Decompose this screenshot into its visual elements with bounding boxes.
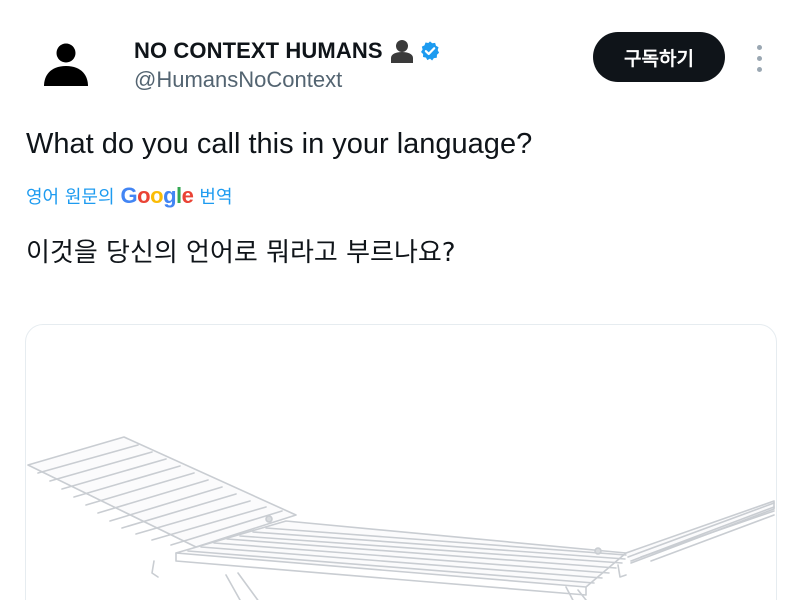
google-letter: g — [163, 183, 177, 208]
author-name-row: NO CONTEXT HUMANS — [134, 36, 441, 66]
translation-prefix: 영어 원문의 — [26, 187, 115, 208]
translation-suffix: 번역 — [199, 187, 233, 208]
person-silhouette-icon[interactable] — [38, 36, 94, 92]
drying-rack-image — [27, 436, 775, 600]
more-dot — [756, 44, 762, 50]
translation-attribution[interactable]: 영어 원문의 Google 번역 — [26, 183, 233, 209]
verified-badge-icon — [420, 41, 439, 61]
media-card[interactable] — [25, 324, 777, 600]
google-letter: o — [150, 183, 164, 208]
more-vertical-icon[interactable] — [748, 38, 770, 78]
translated-text: 이것을 당신의 언어로 뭐라고 부르나요? — [26, 238, 456, 268]
more-dot — [756, 66, 762, 72]
google-letter: G — [120, 183, 138, 208]
bust-silhouette-icon — [390, 40, 413, 63]
more-dot — [756, 55, 762, 61]
author-display-name[interactable]: NO CONTEXT HUMANS — [134, 38, 383, 64]
subscribe-button[interactable]: 구독하기 — [593, 32, 725, 82]
google-letter: o — [137, 183, 151, 208]
author-handle[interactable]: @HumansNoContext — [134, 67, 342, 93]
google-logo: Google — [121, 183, 194, 209]
tweet-text: What do you call this in your language? — [26, 128, 533, 160]
tweet-view: NO CONTEXT HUMANS @HumansNoContext 구독하기 … — [0, 0, 800, 600]
google-letter: e — [181, 183, 194, 208]
